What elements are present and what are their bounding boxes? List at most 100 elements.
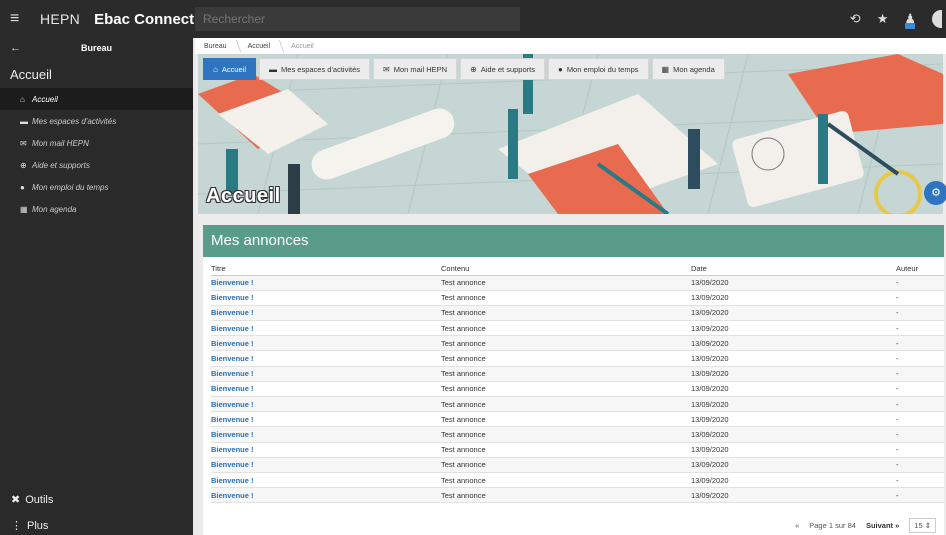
table-cell: Test annonce xyxy=(441,275,691,291)
bell-icon[interactable]: ♟ xyxy=(904,11,916,29)
avatar[interactable] xyxy=(932,10,942,28)
sidebar-bottom-label: Plus xyxy=(27,519,49,532)
card-title: Mes annonces xyxy=(203,225,944,257)
hamburger-icon[interactable]: ≡ xyxy=(10,10,32,28)
table-cell: Test annonce xyxy=(441,396,691,413)
table-row[interactable]: Bienvenue ! Test annonce 13/09/2020- xyxy=(211,290,944,306)
announcement-title-link[interactable]: Bienvenue ! xyxy=(211,290,441,306)
column-header[interactable]: Contenu xyxy=(441,263,691,276)
logo[interactable]: HEPN Ebac Connect xyxy=(40,11,194,28)
table-row[interactable]: Bienvenue ! Test annonce 13/09/2020- xyxy=(211,335,944,352)
announcement-title-link[interactable]: Bienvenue ! xyxy=(211,381,441,398)
table-cell: - xyxy=(896,350,944,367)
table-row[interactable]: Bienvenue ! Test annonce 13/09/2020- xyxy=(211,457,944,473)
table-row[interactable]: Bienvenue ! Test annonce 13/09/2020- xyxy=(211,366,944,382)
table-cell: Test annonce xyxy=(441,335,691,352)
sidebar-item-label: Mon mail HEPN xyxy=(32,138,89,148)
table-cell: - xyxy=(896,305,944,322)
breadcrumb-item[interactable]: Accueil xyxy=(239,43,283,50)
notification-badge xyxy=(905,23,916,29)
tools-icon: ✖ xyxy=(11,494,21,506)
table-cell: - xyxy=(896,426,944,443)
folder-icon: ▬ xyxy=(20,116,28,126)
table-row[interactable]: Bienvenue ! Test annonce 13/09/2020- xyxy=(211,275,944,291)
announcement-title-link[interactable]: Bienvenue ! xyxy=(211,457,441,473)
table-row[interactable]: Bienvenue ! Test annonce 13/09/2020- xyxy=(211,426,944,443)
star-icon[interactable]: ★ xyxy=(877,11,889,27)
table-cell: 13/09/2020 xyxy=(691,381,896,398)
table-row[interactable]: Bienvenue ! Test annonce 13/09/2020- xyxy=(211,396,944,413)
announcement-title-link[interactable]: Bienvenue ! xyxy=(211,442,441,458)
page-size-select[interactable]: 15 ⇕ xyxy=(909,518,936,533)
next-page-button[interactable]: Suivant » xyxy=(866,521,899,530)
sidebar-item-espaces[interactable]: ▬ Mes espaces d'activités xyxy=(0,110,193,132)
clock-icon: ● xyxy=(557,64,563,74)
table-cell: Test annonce xyxy=(441,411,691,428)
lifebuoy-icon: ⊕ xyxy=(20,160,27,170)
history-icon[interactable]: ⟲ xyxy=(850,11,861,27)
table-cell: Test annonce xyxy=(441,426,691,443)
page-title: Accueil xyxy=(206,185,281,207)
table-cell: - xyxy=(896,290,944,306)
table-row[interactable]: Bienvenue ! Test annonce 13/09/2020- xyxy=(211,472,944,489)
table-row[interactable]: Bienvenue ! Test annonce 13/09/2020- xyxy=(211,305,944,322)
sidebar-item-aide[interactable]: ⊕ Aide et supports xyxy=(0,154,193,176)
tab-label: Mon emploi du temps xyxy=(566,64,639,74)
sidebar-item-label: Mes espaces d'activités xyxy=(32,116,117,126)
table-cell: - xyxy=(896,411,944,428)
table-cell: Test annonce xyxy=(441,290,691,306)
tab-espaces[interactable]: ▬ Mes espaces d'activités xyxy=(259,58,370,80)
sidebar-header-label: Bureau xyxy=(80,43,112,53)
home-icon: ⌂ xyxy=(213,64,218,74)
announcement-title-link[interactable]: Bienvenue ! xyxy=(211,335,441,352)
first-page-button[interactable]: « xyxy=(795,521,799,530)
app-name: Ebac Connect xyxy=(94,10,195,28)
column-header[interactable]: Auteur xyxy=(896,263,944,276)
sidebar-item-plus[interactable]: ⋮ Plus xyxy=(0,519,193,533)
table-row[interactable]: Bienvenue ! Test annonce 13/09/2020- xyxy=(211,442,944,458)
table-cell: Test annonce xyxy=(441,366,691,382)
breadcrumb: Bureau Accueil Accueil xyxy=(195,38,946,54)
announcement-title-link[interactable]: Bienvenue ! xyxy=(211,366,441,382)
table-cell: 13/09/2020 xyxy=(691,305,896,322)
table-cell: - xyxy=(896,366,944,382)
table-row[interactable]: Bienvenue ! Test annonce 13/09/2020- xyxy=(211,411,944,428)
tab-agenda[interactable]: ▦ Mon agenda xyxy=(651,58,725,80)
column-header[interactable]: Titre xyxy=(211,263,441,276)
sidebar-item-outils[interactable]: ✖ Outils xyxy=(0,493,193,507)
sidebar-item-emploi[interactable]: ● Mon emploi du temps xyxy=(0,176,193,198)
announcement-title-link[interactable]: Bienvenue ! xyxy=(211,275,441,291)
table-cell: - xyxy=(896,487,944,504)
announcement-title-link[interactable]: Bienvenue ! xyxy=(211,350,441,367)
table-row[interactable]: Bienvenue ! Test annonce 13/09/2020- xyxy=(211,320,944,337)
announcement-title-link[interactable]: Bienvenue ! xyxy=(211,472,441,489)
table-cell: - xyxy=(896,472,944,489)
sidebar-item-accueil[interactable]: ⌂ Accueil xyxy=(0,88,193,110)
tab-aide[interactable]: ⊕ Aide et supports xyxy=(460,58,545,80)
table-row[interactable]: Bienvenue ! Test annonce 13/09/2020- xyxy=(211,381,944,398)
table-row[interactable]: Bienvenue ! Test annonce 13/09/2020- xyxy=(211,350,944,367)
sidebar-item-agenda[interactable]: ▦ Mon agenda xyxy=(0,198,193,220)
announcement-title-link[interactable]: Bienvenue ! xyxy=(211,411,441,428)
tab-mail[interactable]: ✉ Mon mail HEPN xyxy=(373,58,458,80)
sidebar-item-mail[interactable]: ✉ Mon mail HEPN xyxy=(0,132,193,154)
table-cell: 13/09/2020 xyxy=(691,350,896,367)
table-cell: Test annonce xyxy=(441,305,691,322)
breadcrumb-item[interactable]: Bureau xyxy=(195,43,239,50)
announcement-title-link[interactable]: Bienvenue ! xyxy=(211,396,441,413)
announcement-title-link[interactable]: Bienvenue ! xyxy=(211,487,441,504)
gear-icon[interactable]: ⚙ xyxy=(924,181,946,205)
announcement-title-link[interactable]: Bienvenue ! xyxy=(211,305,441,322)
announcement-title-link[interactable]: Bienvenue ! xyxy=(211,426,441,443)
table-cell: - xyxy=(896,457,944,473)
home-icon: ⌂ xyxy=(20,94,25,104)
table-cell: 13/09/2020 xyxy=(691,411,896,428)
tab-label: Aide et supports xyxy=(480,64,535,74)
table-cell: Test annonce xyxy=(441,457,691,473)
column-header[interactable]: Date xyxy=(691,263,896,276)
tab-accueil[interactable]: ⌂ Accueil xyxy=(203,58,257,80)
announcement-title-link[interactable]: Bienvenue ! xyxy=(211,320,441,337)
tab-emploi[interactable]: ● Mon emploi du temps xyxy=(547,58,649,80)
search-input[interactable] xyxy=(195,7,520,31)
table-row[interactable]: Bienvenue ! Test annonce 13/09/2020- xyxy=(211,487,944,504)
